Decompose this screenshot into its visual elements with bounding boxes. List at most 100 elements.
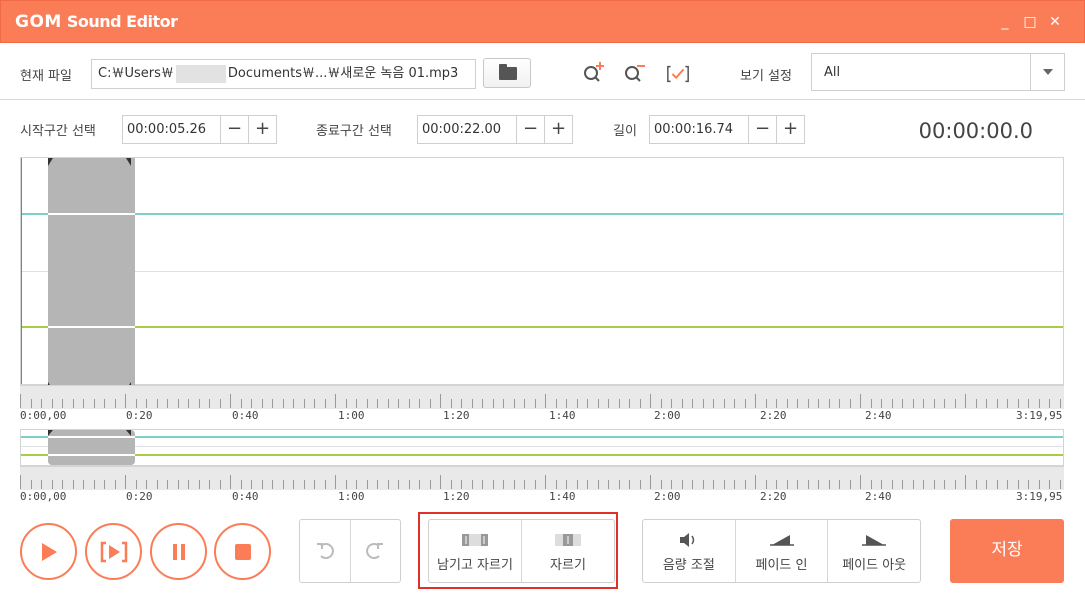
play-selection-button[interactable] (85, 523, 142, 580)
maximize-button[interactable]: □ (1019, 11, 1041, 33)
selection-channel-2 (48, 326, 135, 328)
start-minus-button[interactable]: − (220, 116, 248, 143)
app-title: Sound Editor (66, 12, 178, 31)
end-plus-button[interactable]: + (544, 116, 572, 143)
app-logo: GOM Sound Editor (15, 12, 178, 32)
overview-divider (21, 446, 1063, 447)
length-minus-button[interactable]: − (748, 116, 776, 143)
timeline-tick-label: 2:40 (865, 409, 892, 422)
start-plus-button[interactable]: + (248, 116, 276, 143)
overview-end-handle[interactable] (126, 430, 131, 441)
close-button[interactable]: ✕ (1044, 11, 1066, 33)
overview-tick-label: 1:20 (443, 490, 470, 503)
waveform-view[interactable] (20, 157, 1064, 390)
history-group (299, 519, 401, 583)
fade-in-button[interactable]: 페이드 인 (736, 520, 829, 582)
current-file-label: 현재 파일 (20, 69, 72, 84)
speaker-icon (679, 533, 695, 547)
timeline-tick-label: 1:40 (549, 409, 576, 422)
save-button[interactable]: 저장 (950, 519, 1064, 583)
maximize-icon: □ (1023, 14, 1037, 30)
play-button[interactable] (20, 523, 77, 580)
fade-out-icon (862, 535, 887, 546)
overview-start-handle[interactable] (48, 430, 53, 441)
play-selection-icon (100, 541, 127, 562)
file-path-prefix: C:￦Users￦ (98, 66, 174, 81)
waveform-channel-2 (21, 326, 1063, 328)
overview-ruler (20, 466, 1064, 490)
overview-tick-label: 2:00 (654, 490, 681, 503)
length-field[interactable]: 00:00:16.74 − + (649, 115, 805, 144)
timeline-tick-label: 1:00 (338, 409, 365, 422)
highlight-box (418, 512, 618, 589)
start-time-field[interactable]: 00:00:05.26 − + (122, 115, 277, 144)
fade-in-icon (769, 535, 794, 546)
overview-waveform[interactable] (20, 429, 1064, 466)
end-time-field[interactable]: 00:00:22.00 − + (417, 115, 573, 144)
view-setting-dropdown[interactable]: All (811, 53, 1065, 91)
range-row: 시작구간 선택 00:00:05.26 − + 종료구간 선택 00:00:22… (0, 101, 1085, 156)
overview-tick-label: 2:40 (865, 490, 892, 503)
minimize-button[interactable]: _ (994, 11, 1016, 33)
effects-group: 음량 조절 페이드 인 페이드 아웃 (642, 519, 921, 583)
timeline-tick-label: 0:00,00 (20, 409, 67, 422)
overview-tick-label: 2:20 (760, 490, 787, 503)
overview-tick-label: 0:00,00 (20, 490, 67, 503)
timeline-tick-label: 3:19,95 (1016, 409, 1063, 422)
start-label: 시작구간 선택 (20, 124, 96, 139)
playhead[interactable] (21, 158, 22, 384)
chevron-down-icon[interactable] (1030, 54, 1064, 90)
pause-icon (172, 543, 185, 560)
selection-region[interactable] (48, 158, 135, 385)
view-setting-label: 보기 설정 (740, 69, 792, 84)
timeline-ruler (20, 385, 1064, 409)
title-bar: GOM Sound Editor _ □ ✕ (0, 0, 1085, 43)
stop-icon (234, 543, 251, 560)
stop-button[interactable] (214, 523, 271, 580)
volume-button[interactable]: 음량 조절 (643, 520, 736, 582)
timeline-labels: 0:00,00 0:20 0:40 1:00 1:20 1:40 2:00 2:20 2:40 3… (20, 409, 1064, 425)
undo-icon (316, 543, 334, 559)
timeline-tick-label: 2:00 (654, 409, 681, 422)
zoom-in-icon[interactable] (582, 62, 606, 86)
close-icon: ✕ (1049, 14, 1061, 30)
zoom-out-icon[interactable] (623, 62, 647, 86)
current-file-field[interactable]: C:￦Users￦ Documents￦...￦새로운 녹음 01.mp3 (91, 59, 476, 89)
selection-start-handle[interactable] (48, 158, 53, 171)
redo-button[interactable] (351, 520, 401, 582)
minimize-icon: _ (1001, 14, 1009, 30)
overview-tick-label: 3:19,95 (1016, 490, 1063, 503)
overview-channel-1 (21, 436, 1063, 438)
fade-out-button[interactable]: 페이드 아웃 (828, 520, 920, 582)
fade-out-label: 페이드 아웃 (842, 558, 907, 573)
app-brand: GOM (15, 12, 62, 32)
undo-button[interactable] (300, 520, 351, 582)
end-time-value: 00:00:22.00 (422, 122, 502, 137)
selection-channel-1 (48, 213, 135, 215)
timeline-tick-label: 1:20 (443, 409, 470, 422)
overview-selection[interactable] (48, 430, 135, 465)
overview-tick-label: 1:00 (338, 490, 365, 503)
end-minus-button[interactable]: − (516, 116, 544, 143)
selection-end-handle[interactable] (126, 158, 131, 171)
pause-button[interactable] (150, 523, 207, 580)
open-folder-button[interactable] (483, 58, 531, 88)
overview-tick-label: 1:40 (549, 490, 576, 503)
play-icon (41, 542, 57, 561)
waveform-channel-1 (21, 213, 1063, 215)
redo-icon (366, 543, 384, 559)
timeline-tick-label: 0:40 (232, 409, 259, 422)
overview-labels: 0:00,00 0:20 0:40 1:00 1:20 1:40 2:00 2:20 2:40 3… (20, 490, 1064, 506)
length-plus-button[interactable]: + (776, 116, 804, 143)
channel-divider (21, 271, 1063, 272)
redacted-username (175, 64, 226, 83)
current-time-display: 00:00:00.0 (918, 119, 1033, 143)
length-value: 00:00:16.74 (654, 122, 734, 137)
overview-tick-label: 0:40 (232, 490, 259, 503)
folder-icon (499, 64, 517, 80)
file-path-suffix: Documents￦...￦새로운 녹음 01.mp3 (227, 66, 459, 81)
end-label: 종료구간 선택 (316, 124, 392, 139)
fade-in-label: 페이드 인 (755, 558, 808, 573)
check-bracket-icon[interactable] (666, 62, 690, 86)
overview-selection-channel-2 (48, 454, 135, 456)
